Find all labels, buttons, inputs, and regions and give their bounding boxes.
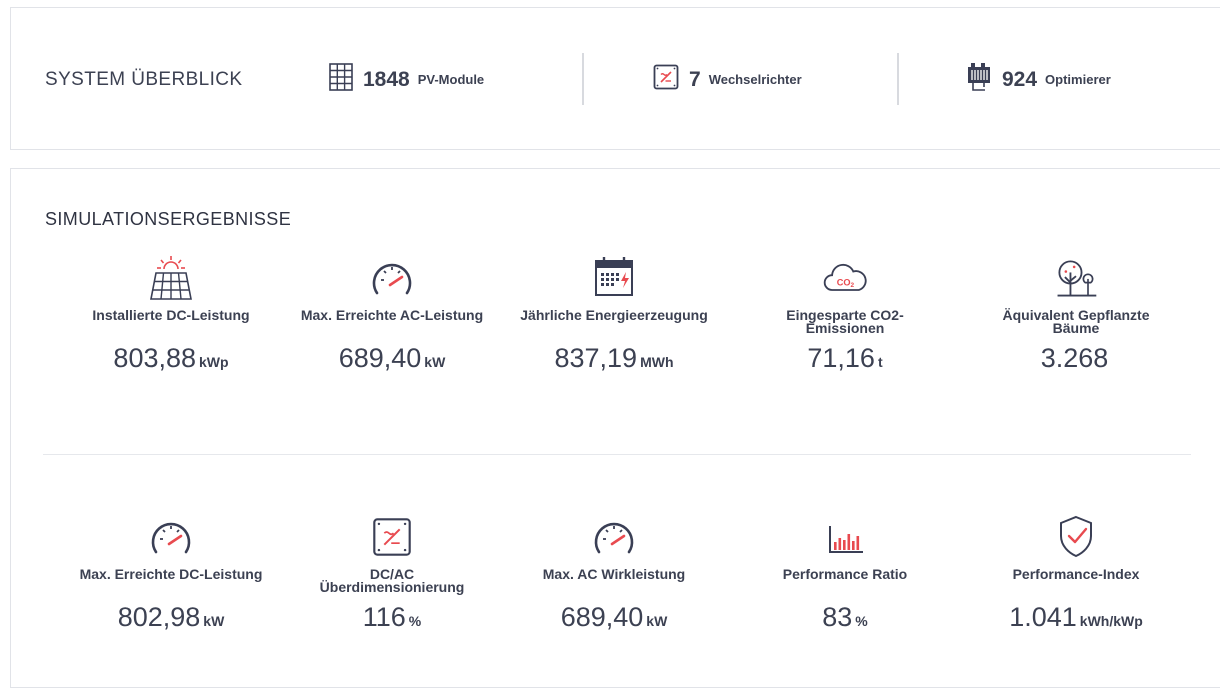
stat-pv-modules: 1848 PV-Module: [329, 8, 484, 151]
metric-value: 803,88 kWp: [113, 343, 228, 377]
inverter-icon: [368, 514, 416, 560]
inverters-count: 7: [689, 67, 701, 91]
pv-modules-label: PV-Module: [417, 72, 485, 87]
metric-unit: %: [855, 613, 868, 629]
metric-performance-index: Performance-Index 1.041 kWh/kWp: [971, 514, 1181, 636]
metric-label: Eingesparte CO2-Emissionen: [786, 307, 904, 336]
shield-check-icon: [1052, 514, 1100, 560]
metric-value: 83%: [822, 602, 868, 636]
metric-number: 837,19: [554, 343, 638, 373]
stat-divider: [897, 53, 899, 105]
simulation-results-panel: SIMULATIONSERGEBNISSE Installierte DC-Le…: [10, 168, 1220, 688]
metric-label: Performance Ratio: [782, 566, 908, 582]
metric-number: 689,40: [338, 343, 422, 373]
metric-co2-savings: CO 2 Eingesparte CO2-Emissionen 71,16 t: [740, 255, 950, 377]
metric-unit: kW: [424, 354, 446, 370]
metric-label: Installierte DC-Leistung: [92, 307, 250, 323]
metric-label: Performance-Index: [1012, 566, 1140, 582]
metric-equivalent-trees: Äquivalent Gepflanzte Bäume 3.268: [971, 255, 1181, 377]
metric-value: 116%: [363, 602, 422, 636]
inverter-icon: [653, 64, 679, 95]
results-title: SIMULATIONSERGEBNISSE: [45, 209, 292, 229]
metric-installed-dc-power: Installierte DC-Leistung 803,88 kWp: [66, 255, 276, 377]
svg-text:2: 2: [851, 282, 855, 289]
system-overview-panel: SYSTEM ÜBERBLICK 1848 PV-Module 7 Wechse…: [10, 7, 1220, 150]
calendar-energy-icon: [590, 255, 638, 301]
metric-number: 3.268: [1040, 343, 1109, 373]
row-separator: [43, 454, 1191, 455]
metric-number: 83: [822, 602, 853, 632]
stat-inverters: 7 Wechselrichter: [653, 8, 802, 151]
gauge-icon: [368, 255, 416, 301]
metric-value: 1.041 kWh/kWp: [1009, 602, 1143, 636]
metric-label: Äquivalent Gepflanzte Bäume: [1002, 307, 1150, 336]
metric-max-ac-power: Max. Erreichte AC-Leistung 689,40 kW: [287, 255, 497, 377]
metric-number: 803,88: [113, 343, 197, 373]
metric-unit: kWp: [199, 354, 229, 370]
metric-label: Max. AC Wirkleistung: [542, 566, 686, 582]
inverters-label: Wechselrichter: [708, 72, 802, 87]
co2-cloud-icon: CO 2: [821, 255, 869, 301]
svg-text:CO: CO: [837, 277, 851, 287]
metric-unit: t: [877, 354, 883, 370]
metric-value: 689,40 kW: [339, 343, 446, 377]
metric-label: Jährliche Energieerzeugung: [520, 307, 708, 323]
metric-unit: kWh/kWp: [1079, 613, 1143, 629]
metric-value: 802,98 kW: [118, 602, 225, 636]
metric-value: 689,40 kW: [561, 602, 668, 636]
metric-max-dc-power: Max. Erreichte DC-Leistung 802,98 kW: [66, 514, 276, 636]
metric-unit: kW: [203, 613, 225, 629]
stat-divider: [582, 53, 584, 105]
metric-value: 71,16 t: [807, 343, 882, 377]
pv-module-icon: [329, 63, 353, 96]
metric-max-ac-active-power: Max. AC Wirkleistung 689,40 kW: [509, 514, 719, 636]
metric-label: Max. Erreichte AC-Leistung: [300, 307, 484, 323]
metric-number: 116: [362, 602, 406, 632]
metric-unit: kW: [646, 613, 668, 629]
metric-unit: %: [408, 613, 422, 629]
metric-value: 3.268: [1041, 343, 1112, 377]
metric-number: 1.041: [1009, 602, 1077, 632]
optimizer-icon: [966, 62, 992, 97]
gauge-icon: [590, 514, 638, 560]
metric-dc-ac-ratio: DC/AC Überdimensionierung 116%: [287, 514, 497, 636]
metric-number: 802,98: [117, 602, 201, 632]
overview-title: SYSTEM ÜBERBLICK: [45, 68, 243, 90]
metric-value: 837,19 MWh: [554, 343, 673, 377]
metric-number: 689,40: [560, 602, 644, 632]
solar-panel-sun-icon: [147, 255, 195, 301]
metric-number: 71,16: [807, 343, 875, 373]
stat-optimizers: 924 Optimierer: [966, 8, 1111, 151]
optimizers-label: Optimierer: [1045, 72, 1111, 87]
metric-label: Max. Erreichte DC-Leistung: [79, 566, 263, 582]
metric-annual-energy: Jährliche Energieerzeugung 837,19 MWh: [509, 255, 719, 377]
gauge-icon: [147, 514, 195, 560]
metric-unit: MWh: [640, 354, 674, 370]
optimizers-count: 924: [1002, 67, 1038, 91]
trees-icon: [1052, 255, 1100, 301]
metric-label: DC/AC Überdimensionierung: [319, 566, 465, 595]
pv-modules-count: 1848: [363, 67, 410, 91]
bar-chart-icon: [821, 514, 869, 560]
metric-performance-ratio: Performance Ratio 83%: [740, 514, 950, 636]
